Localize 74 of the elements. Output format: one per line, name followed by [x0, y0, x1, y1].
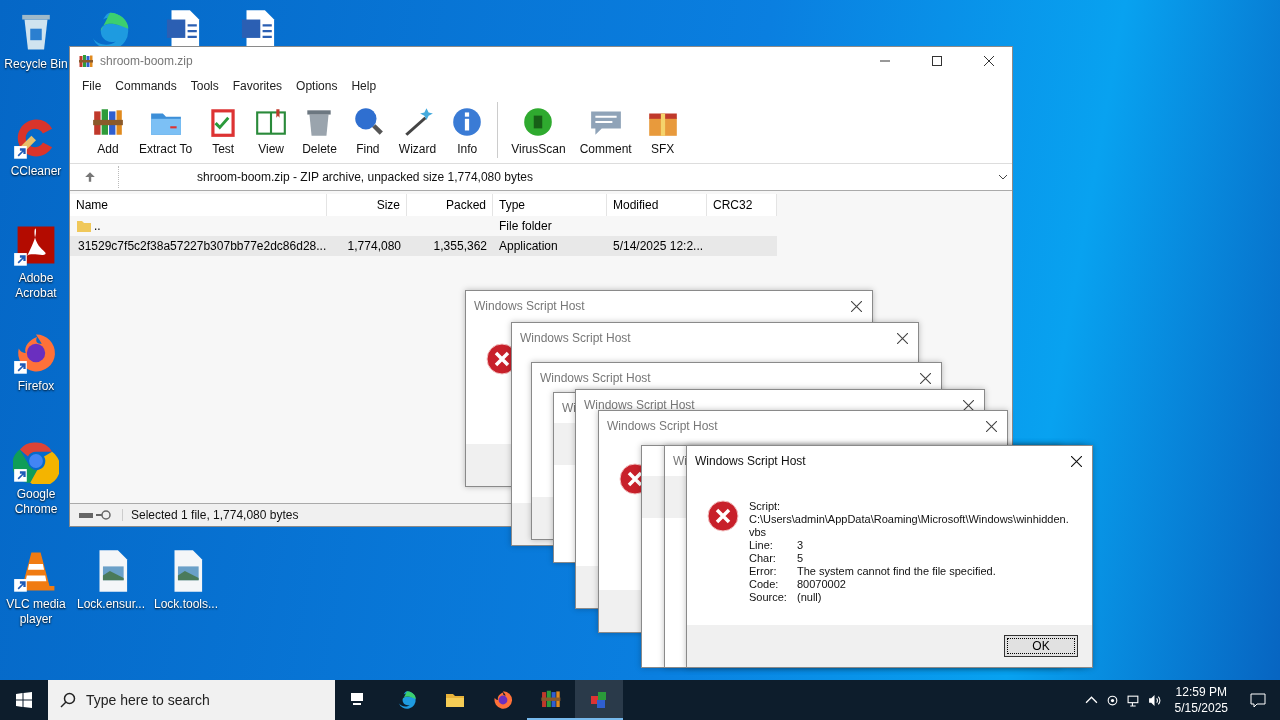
books-icon — [540, 688, 562, 710]
table-cell: File folder — [499, 219, 552, 233]
books-icon — [78, 53, 94, 69]
clock-date[interactable]: 5/15/2025 — [1174, 700, 1228, 716]
menu-item[interactable]: Options — [290, 77, 344, 95]
desktop-icon-label[interactable]: Firefox — [17, 379, 55, 394]
menu-item[interactable]: Help — [345, 77, 383, 95]
desktop-icon-label[interactable]: VLC media player — [2, 597, 70, 627]
column-header[interactable]: Name — [70, 194, 327, 216]
table-cell: Application — [499, 239, 558, 253]
file-name: .. — [94, 219, 101, 233]
clock-time[interactable]: 12:59 PM — [1175, 684, 1227, 700]
field-label: Line: — [749, 539, 774, 552]
column-header[interactable]: CRC32 — [707, 194, 777, 216]
dialog-title: Windows Script Host — [520, 331, 631, 345]
dialog-title: Windows Script Host — [607, 419, 718, 433]
ok-button[interactable]: OK — [1004, 635, 1078, 657]
toolbar-button[interactable]: VirusScan — [504, 102, 573, 158]
dialog-title: Windows Script Host — [540, 371, 651, 385]
menu-item[interactable]: File — [76, 77, 108, 95]
field-label: Char: — [749, 552, 777, 565]
menu-item[interactable]: Favorites — [226, 77, 289, 95]
desktop-icon-label[interactable]: Lock.ensur... — [77, 597, 145, 612]
browser-icon — [396, 689, 418, 711]
dialog-title: Wi — [562, 401, 576, 415]
menu-item[interactable]: Tools — [184, 77, 225, 95]
field-value: (null) — [797, 591, 822, 604]
address-field[interactable]: shroom-boom.zip - ZIP archive, unpacked size 1,774,080 bytes — [118, 166, 1012, 188]
toolbar-button[interactable]: SFX — [638, 102, 687, 158]
field-label: Script: — [749, 500, 782, 513]
column-header[interactable]: Type — [493, 194, 607, 216]
search-icon — [60, 692, 76, 708]
dialog-title: Windows Script Host — [584, 398, 695, 412]
toolbar-button[interactable]: Test — [199, 102, 248, 158]
desktop-icon-label[interactable]: Adobe Acrobat — [2, 271, 70, 301]
menu-item[interactable]: Commands — [109, 77, 183, 95]
field-label: Error: — [749, 565, 778, 578]
field-label: Code: — [749, 578, 780, 591]
desktop-icon-label[interactable]: Recycle Bin — [4, 57, 68, 72]
field-label: Source: — [749, 591, 788, 604]
field-value: C:\Users\admin\AppData\Roaming\Microsoft\Windows\winhidden.vbs — [749, 513, 1070, 539]
folder-icon — [76, 219, 92, 233]
table-cell: 5/14/2025 12:2... — [613, 239, 704, 253]
field-value: 5 — [797, 552, 804, 565]
field-value: 3 — [797, 539, 804, 552]
column-header[interactable]: Modified — [607, 194, 707, 216]
toolbar-button[interactable]: Info — [443, 102, 492, 158]
search-field[interactable]: Type here to search — [48, 680, 335, 720]
table-cell: 1,774,080 — [347, 239, 401, 253]
toolbar-button[interactable]: Delete — [295, 102, 344, 158]
toolbar-button[interactable]: Add — [84, 102, 132, 158]
desktop-icon-label[interactable]: Google Chrome — [2, 487, 70, 517]
field-value: The system cannot find the file specified. — [797, 565, 996, 578]
column-header[interactable]: Size — [327, 194, 407, 216]
error-icon — [707, 500, 739, 532]
dialog-title: Windows Script Host — [695, 454, 806, 468]
column-header[interactable]: Packed — [407, 194, 493, 216]
window-title: shroom-boom.zip — [100, 54, 193, 68]
fox-globe-icon — [492, 689, 514, 711]
field-value: 80070002 — [797, 578, 846, 591]
dialog-title: Windows Script Host — [474, 299, 585, 313]
file-name: 31529c7f5c2f38a57227b307bb77e2dc86d28... — [78, 239, 327, 253]
table-cell: 1,355,362 — [433, 239, 487, 253]
file-row[interactable]: 31529c7f5c2f38a57227b307bb77e2dc86d28... 1,774,080 1,355,362 Application 5/14/2025 12:2... — [70, 236, 777, 256]
toolbar-button[interactable]: Comment — [572, 102, 639, 158]
status-text: Selected 1 file, 1,774,080 bytes — [130, 508, 299, 522]
file-row[interactable]: .. File folder — [70, 216, 777, 236]
toolbar-button[interactable]: Extract To — [132, 102, 200, 158]
dialog-title: Wi — [673, 454, 687, 468]
desktop-icon-label[interactable]: CCleaner — [10, 164, 62, 179]
toolbar-button[interactable]: Wizard — [391, 102, 444, 158]
toolbar-button[interactable]: View — [247, 102, 296, 158]
desktop-icon-label[interactable]: Lock.tools... — [154, 597, 218, 612]
toolbar-button[interactable]: Find — [343, 102, 392, 158]
